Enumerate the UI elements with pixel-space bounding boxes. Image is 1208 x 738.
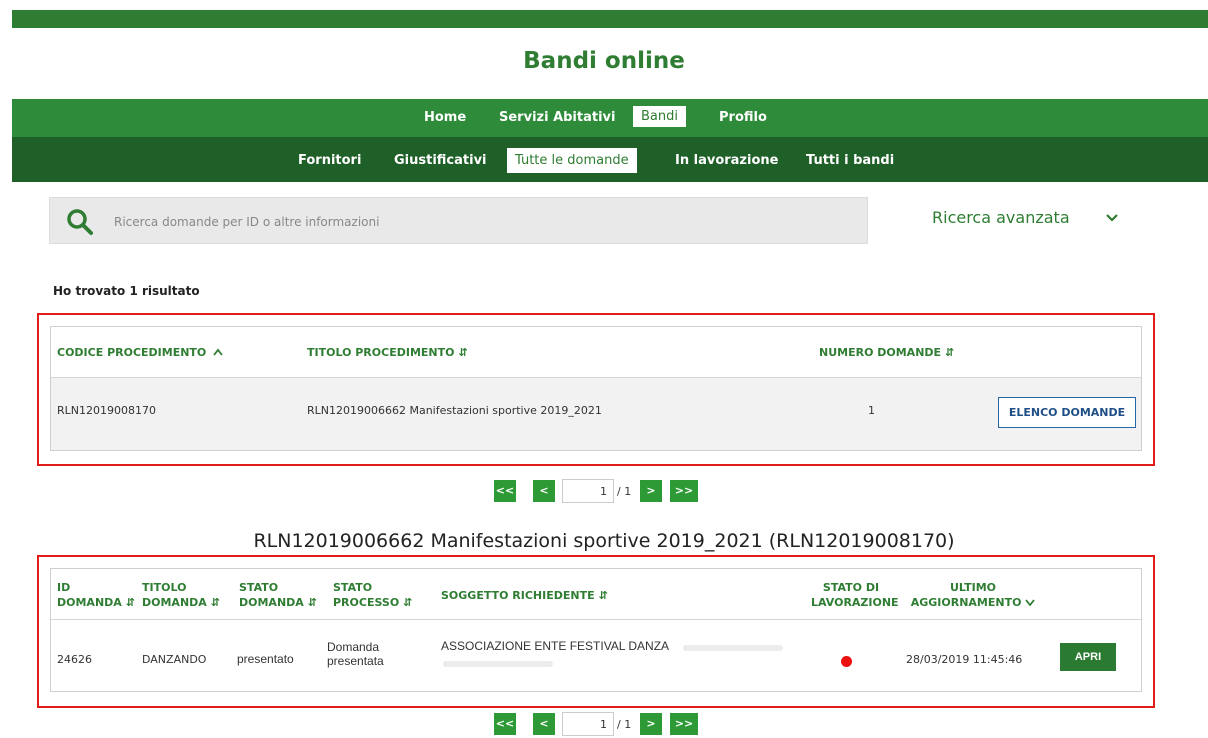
cell-id-domanda: 24626 [57, 653, 92, 666]
nav-in-lavorazione[interactable]: In lavorazione [675, 153, 778, 168]
page-total: / 1 [617, 485, 632, 498]
pager-last-button[interactable]: >> [670, 480, 698, 502]
advanced-search-link[interactable]: Ricerca avanzata [932, 208, 1070, 227]
nav-giustificativi[interactable]: Giustificativi [394, 153, 487, 168]
header-titolo-procedimento[interactable]: TITOLO PROCEDIMENTO ⇵ [307, 345, 468, 360]
nav-tutte-le-domande[interactable]: Tutte le domande [507, 148, 637, 173]
chevron-up-icon [213, 348, 223, 356]
redacted-text [443, 661, 553, 667]
nav-home[interactable]: Home [424, 110, 466, 125]
pager-last-button[interactable]: >> [670, 713, 698, 735]
sort-icon: ⇵ [307, 596, 317, 609]
cell-ultimo-aggiornamento: 28/03/2019 11:45:46 [906, 653, 1023, 666]
sort-icon: ⇵ [125, 596, 135, 609]
search-input[interactable] [114, 211, 834, 233]
page-total: / 1 [617, 718, 632, 731]
nav-bandi[interactable]: Bandi [633, 106, 686, 127]
results-count: Ho trovato 1 risultato [53, 284, 200, 298]
search-icon[interactable] [66, 208, 94, 236]
secondary-nav: Fornitori Giustificativi Tutte le domand… [12, 137, 1208, 182]
primary-nav: Home Servizi Abitativi Bandi Profilo [12, 99, 1208, 137]
nav-fornitori[interactable]: Fornitori [298, 153, 361, 168]
header-ultimo-aggiornamento[interactable]: ULTIMO AGGIORNAMENTO [903, 580, 1043, 610]
page-number-input[interactable] [562, 712, 614, 736]
nav-profilo[interactable]: Profilo [719, 110, 767, 125]
header-codice-procedimento[interactable]: CODICE PROCEDIMENTO [57, 345, 223, 360]
cell-stato-processo: Domanda presentata [327, 640, 384, 668]
redacted-text [683, 645, 783, 651]
cell-soggetto-richiedente: ASSOCIAZIONE ENTE FESTIVAL DANZA [441, 639, 670, 653]
chevron-down-icon[interactable] [1104, 210, 1120, 226]
header-id-domanda[interactable]: ID DOMANDA ⇵ [57, 580, 135, 610]
elenco-domande-button[interactable]: ELENCO DOMANDE [998, 397, 1136, 428]
procedures-table: CODICE PROCEDIMENTO TITOLO PROCEDIMENTO … [50, 326, 1142, 451]
nav-servizi-abitativi[interactable]: Servizi Abitativi [499, 110, 615, 125]
header-stato-lavorazione[interactable]: STATO DI LAVORAZIONE [811, 580, 899, 610]
sort-icon: ⇵ [598, 589, 608, 602]
header-stato-domanda[interactable]: STATO DOMANDA ⇵ [239, 580, 317, 610]
pager-first-button[interactable]: << [494, 480, 516, 502]
search-bar [49, 197, 868, 244]
applications-table: ID DOMANDA ⇵ TITOLO DOMANDA ⇵ STATO DOMA… [50, 568, 1142, 692]
header-titolo-domanda[interactable]: TITOLO DOMANDA ⇵ [142, 580, 220, 610]
table-row: 24626 DANZANDO presentato Domanda presen… [51, 620, 1141, 691]
cell-titolo: RLN12019006662 Manifestazioni sportive 2… [307, 404, 602, 417]
cell-numero: 1 [868, 404, 875, 417]
cell-codice: RLN12019008170 [57, 404, 156, 417]
pager-next-button[interactable]: > [640, 713, 662, 735]
cell-titolo-domanda: DANZANDO [142, 653, 207, 666]
header-soggetto-richiedente[interactable]: SOGGETTO RICHIEDENTE ⇵ [441, 588, 608, 603]
pager-next-button[interactable]: > [640, 480, 662, 502]
header-numero-domande[interactable]: NUMERO DOMANDE ⇵ [819, 345, 954, 360]
pager-first-button[interactable]: << [494, 713, 516, 735]
pager-prev-button[interactable]: < [533, 713, 555, 735]
sort-icon: ⇵ [210, 596, 220, 609]
nav-tutti-i-bandi[interactable]: Tutti i bandi [806, 153, 894, 168]
page-number-input[interactable] [562, 479, 614, 503]
status-dot-red [841, 656, 852, 667]
cell-stato-domanda: presentato [237, 652, 294, 666]
chevron-down-icon [1025, 599, 1035, 607]
top-brand-strip [12, 10, 1208, 28]
site-title: Bandi online [523, 48, 685, 74]
sort-icon: ⇵ [403, 596, 413, 609]
apri-button[interactable]: APRI [1060, 643, 1116, 671]
table-row: RLN12019008170 RLN12019006662 Manifestaz… [51, 378, 1141, 450]
sort-icon: ⇵ [458, 346, 468, 359]
sort-icon: ⇵ [944, 346, 955, 359]
header-stato-processo[interactable]: STATO PROCESSO ⇵ [333, 580, 412, 610]
pager-prev-button[interactable]: < [533, 480, 555, 502]
section-title: RLN12019006662 Manifestazioni sportive 2… [253, 530, 955, 552]
